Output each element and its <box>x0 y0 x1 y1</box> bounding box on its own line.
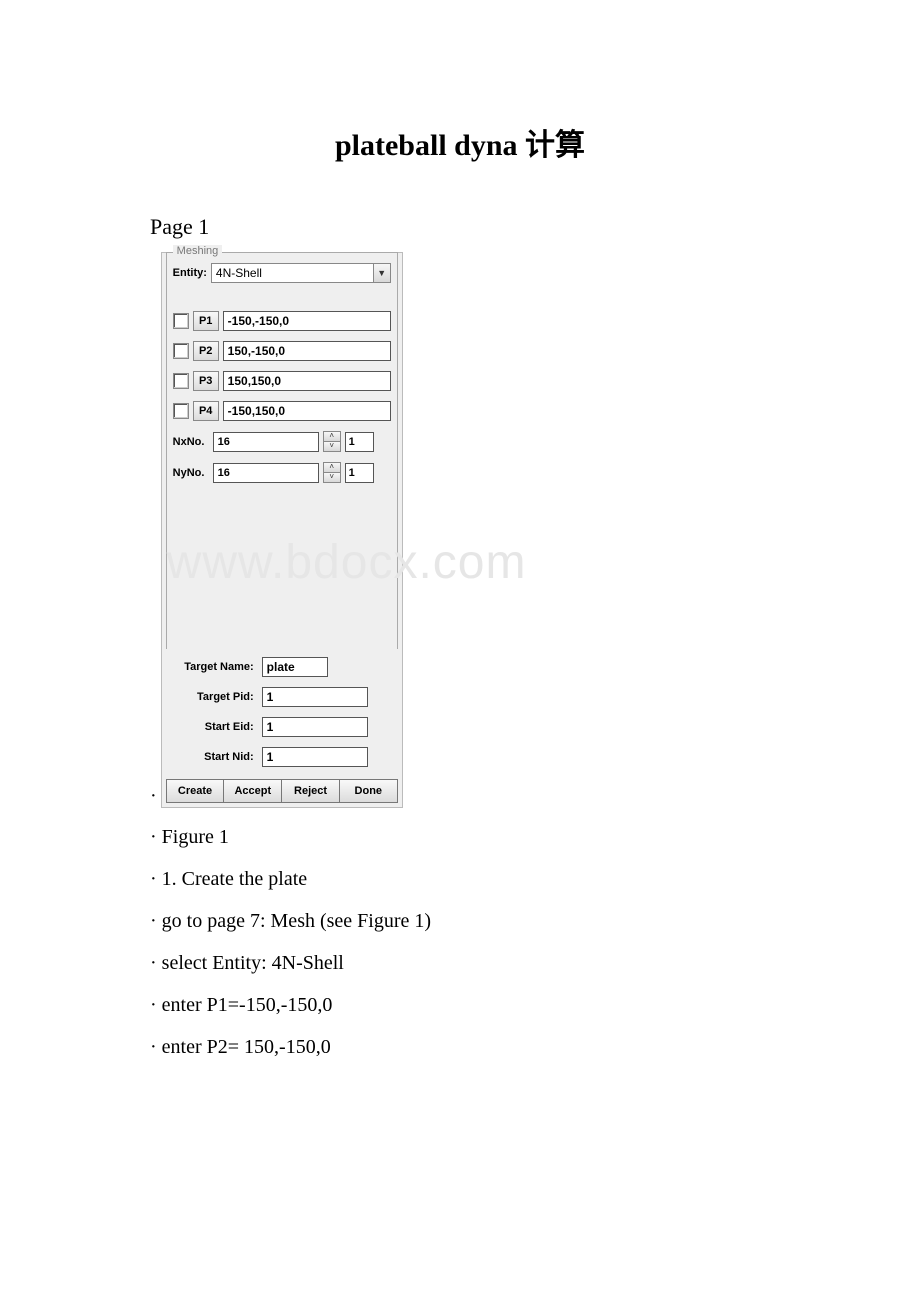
page-label: Page 1 <box>150 214 770 240</box>
text-line: · enter P2= 150,-150,0 <box>150 1028 770 1066</box>
meshing-panel: Meshing Entity: 4N-Shell ▼ P1 -150,-150,… <box>161 252 403 808</box>
target-name-label: Target Name: <box>168 661 258 673</box>
instruction-text-block: · Figure 1 · 1. Create the plate · go to… <box>150 818 770 1066</box>
p1-checkbox[interactable] <box>173 313 189 329</box>
nxno-step-input[interactable]: 1 <box>345 432 374 452</box>
nyno-spinner[interactable]: ˄ ˅ <box>323 462 341 483</box>
accept-button[interactable]: Accept <box>224 779 282 803</box>
target-name-input[interactable]: plate <box>262 657 328 677</box>
start-nid-label: Start Nid: <box>168 751 258 763</box>
p3-button[interactable]: P3 <box>193 371 219 391</box>
fieldset-label: Meshing <box>173 245 223 257</box>
done-button[interactable]: Done <box>340 779 398 803</box>
p4-checkbox[interactable] <box>173 403 189 419</box>
nyno-input[interactable]: 16 <box>213 463 319 483</box>
spinner-down-icon[interactable]: ˅ <box>324 442 340 451</box>
entity-label: Entity: <box>173 267 207 279</box>
entity-value: 4N-Shell <box>212 266 373 280</box>
create-button[interactable]: Create <box>166 779 225 803</box>
text-line: · Figure 1 <box>150 818 770 856</box>
start-eid-label: Start Eid: <box>168 721 258 733</box>
target-pid-input[interactable]: 1 <box>262 687 368 707</box>
entity-select[interactable]: 4N-Shell ▼ <box>211 263 391 283</box>
p1-button[interactable]: P1 <box>193 311 219 331</box>
p4-button[interactable]: P4 <box>193 401 219 421</box>
document-title: plateball dyna 计算 <box>150 120 770 164</box>
text-line: · go to page 7: Mesh (see Figure 1) <box>150 902 770 940</box>
p3-input[interactable]: 150,150,0 <box>223 371 391 391</box>
nyno-step-input[interactable]: 1 <box>345 463 374 483</box>
spinner-down-icon[interactable]: ˅ <box>324 473 340 482</box>
nyno-label: NyNo. <box>173 467 209 479</box>
dropdown-arrow-icon[interactable]: ▼ <box>373 264 390 282</box>
reject-button[interactable]: Reject <box>282 779 340 803</box>
start-nid-input[interactable]: 1 <box>262 747 368 767</box>
nxno-spinner[interactable]: ˄ ˅ <box>323 431 341 452</box>
start-eid-input[interactable]: 1 <box>262 717 368 737</box>
p3-checkbox[interactable] <box>173 373 189 389</box>
nxno-label: NxNo. <box>173 436 209 448</box>
p4-input[interactable]: -150,150,0 <box>223 401 391 421</box>
text-line: · enter P1=-150,-150,0 <box>150 986 770 1024</box>
text-line: · select Entity: 4N-Shell <box>150 944 770 982</box>
p1-input[interactable]: -150,-150,0 <box>223 311 391 331</box>
panel-prefix-dot: · <box>150 785 157 807</box>
text-line: · 1. Create the plate <box>150 860 770 898</box>
nxno-input[interactable]: 16 <box>213 432 319 452</box>
p2-input[interactable]: 150,-150,0 <box>223 341 391 361</box>
p2-button[interactable]: P2 <box>193 341 219 361</box>
p2-checkbox[interactable] <box>173 343 189 359</box>
watermark: www.bdocx.com <box>167 535 797 590</box>
target-pid-label: Target Pid: <box>168 691 258 703</box>
